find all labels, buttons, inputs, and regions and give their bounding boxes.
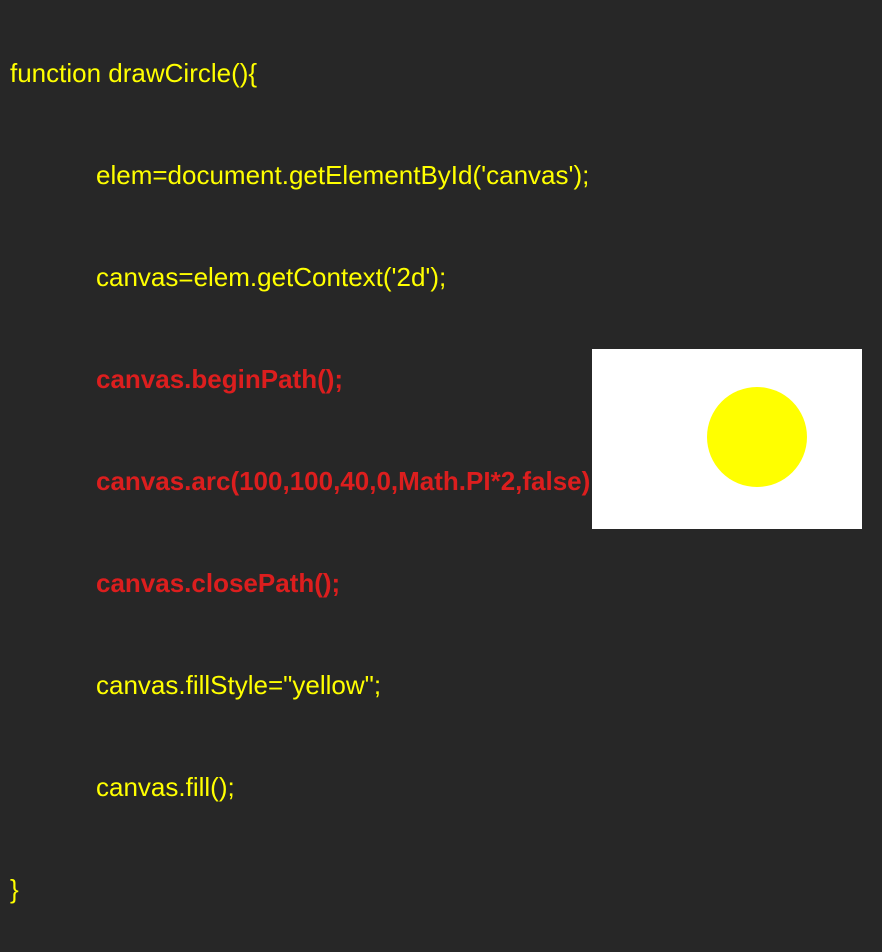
code-line-7: canvas.fillStyle="yellow"; — [10, 672, 872, 698]
code-line-2: elem=document.getElementById('canvas'); — [10, 162, 872, 188]
code-line-3: canvas=elem.getContext('2d'); — [10, 264, 872, 290]
code-line-1: function drawCircle(){ — [10, 60, 872, 86]
code-line-9: } — [10, 876, 872, 902]
code-line-8: canvas.fill(); — [10, 774, 872, 800]
code-line-6: canvas.closePath(); — [10, 570, 872, 596]
yellow-circle — [707, 387, 807, 487]
canvas-output — [592, 349, 862, 529]
